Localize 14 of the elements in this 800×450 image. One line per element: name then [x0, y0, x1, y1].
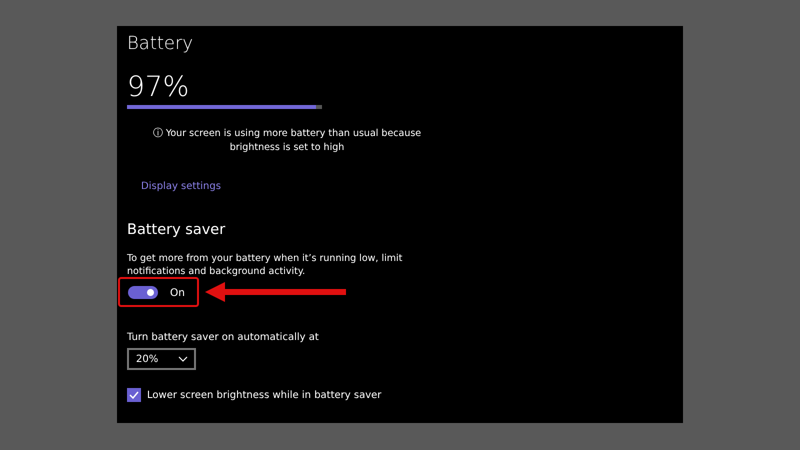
notice-text: Your screen is using more battery than usual because brightness is set to high	[166, 128, 422, 153]
toggle-switch[interactable]	[128, 286, 158, 299]
checkbox[interactable]	[127, 388, 141, 402]
checkbox-label: Lower screen brightness while in battery saver	[147, 390, 382, 400]
toggle-label: On	[170, 286, 185, 298]
battery-percent: 97%	[127, 71, 190, 103]
info-icon: ⓘ	[152, 128, 163, 139]
page-title: Battery	[127, 33, 194, 54]
display-settings-link[interactable]: Display settings	[141, 181, 221, 192]
section-heading: Battery saver	[127, 222, 226, 238]
threshold-dropdown[interactable]: 20%	[127, 348, 196, 370]
threshold-label: Turn battery saver on automatically at	[127, 332, 319, 343]
section-description: To get more from your battery when it’s running low, limit notifications and background activity.	[127, 252, 404, 278]
chevron-down-icon	[178, 356, 188, 362]
